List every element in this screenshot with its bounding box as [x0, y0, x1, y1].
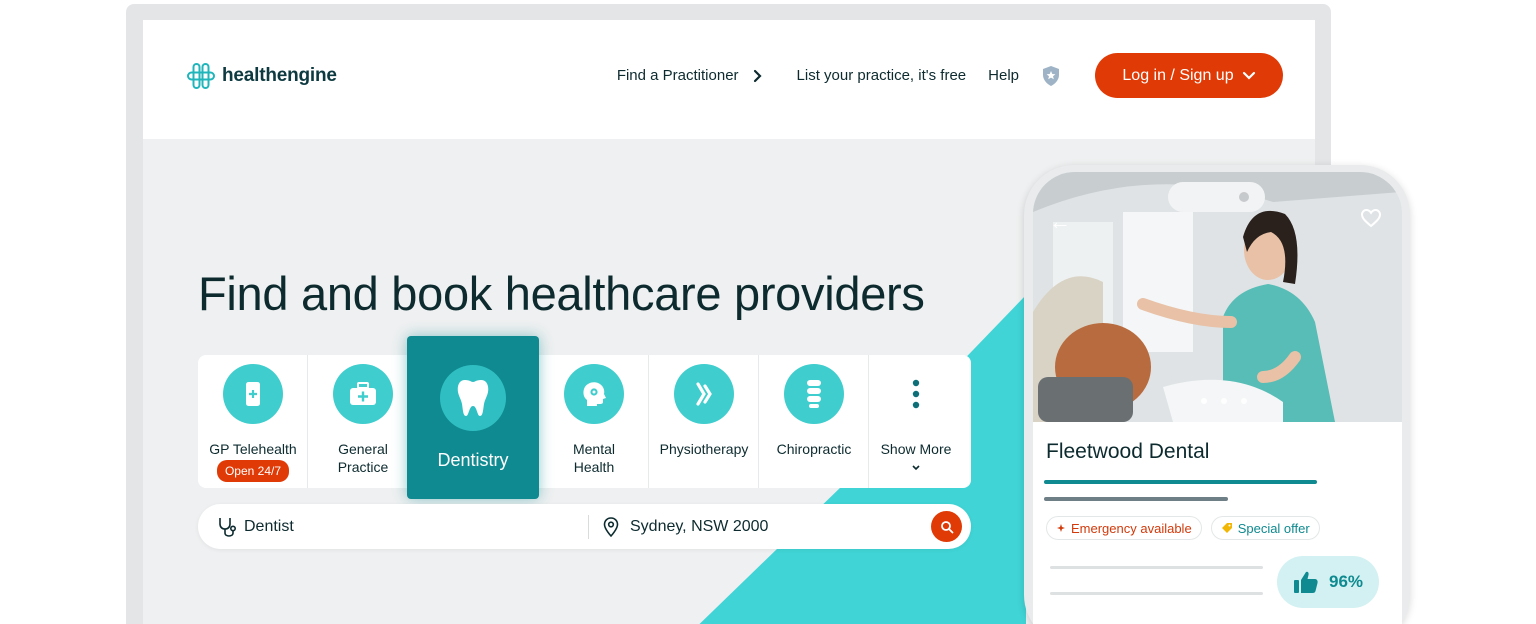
shield-icon[interactable]	[1041, 65, 1061, 87]
marketing-stage: healthengine Find a Practitioner List yo…	[0, 0, 1536, 624]
placeholder-line	[1050, 566, 1263, 569]
more-vertical-icon	[886, 364, 946, 424]
price-tag-icon	[1221, 523, 1232, 533]
open-badge: Open 24/7	[216, 460, 290, 482]
specialty-search-field[interactable]: Dentist	[216, 516, 294, 538]
find-practitioner-link[interactable]: Find a Practitioner	[617, 67, 767, 84]
category-label: Physiotherapy	[659, 441, 749, 457]
hero-title: Find and book healthcare providers	[198, 267, 925, 320]
emergency-icon	[1057, 524, 1065, 532]
healthengine-logo-icon	[187, 63, 215, 89]
category-chiropractic[interactable]: Chiropractic	[759, 355, 869, 488]
practice-photo: ←	[1033, 172, 1402, 422]
list-practice-link[interactable]: List your practice, it's free	[797, 67, 967, 84]
specialty-value: Dentist	[244, 518, 294, 535]
back-arrow-icon[interactable]: ←	[1049, 209, 1071, 235]
phone-screen: ← Fleetwood Dental Emergency available S…	[1033, 172, 1402, 624]
joint-icon	[674, 364, 734, 424]
category-general-practice[interactable]: General Practice	[308, 355, 418, 488]
category-mental-health[interactable]: Mental Health	[539, 355, 649, 488]
emergency-label: Emergency available	[1071, 520, 1192, 536]
login-signup-button[interactable]: Log in / Sign up	[1095, 53, 1283, 98]
nav-links: Find a Practitioner List your practice, …	[617, 53, 1283, 98]
login-label: Log in / Sign up	[1122, 66, 1234, 84]
medical-kit-icon	[333, 364, 393, 424]
carousel-indicator	[1201, 398, 1247, 404]
category-show-more[interactable]: Show More	[861, 355, 971, 488]
placeholder-bar-primary	[1044, 480, 1317, 484]
category-label: Mental Health	[572, 441, 616, 475]
search-icon	[940, 520, 953, 533]
location-value: Sydney, NSW 2000	[630, 518, 769, 535]
rating-value: 96%	[1328, 572, 1364, 591]
category-dentistry[interactable]: Dentistry	[407, 336, 539, 499]
chevron-down-icon	[912, 465, 920, 471]
phone-plus-icon	[223, 364, 283, 424]
help-link[interactable]: Help	[988, 67, 1019, 84]
brand-name: healthengine	[222, 65, 337, 86]
special-offer-label: Special offer	[1237, 520, 1310, 536]
emergency-tag: Emergency available	[1046, 516, 1202, 540]
practice-name: Fleetwood Dental	[1046, 440, 1210, 463]
chevron-down-icon	[1242, 71, 1255, 80]
dynamic-island	[1168, 182, 1265, 212]
category-physiotherapy[interactable]: Physiotherapy	[649, 355, 759, 488]
location-field[interactable]: Sydney, NSW 2000	[602, 516, 768, 538]
tooth-icon	[440, 365, 506, 431]
spine-icon	[784, 364, 844, 424]
location-pin-icon	[603, 517, 619, 538]
rating-badge: 96%	[1277, 556, 1379, 608]
category-label: Chiropractic	[776, 441, 852, 457]
category-label: General Practice	[337, 441, 389, 475]
thumbs-up-icon	[1293, 571, 1318, 593]
category-bar: GP Telehealth Open 24/7 General Practice…	[198, 355, 971, 488]
heart-icon[interactable]	[1360, 208, 1382, 233]
stethoscope-icon	[219, 518, 237, 537]
placeholder-line	[1050, 592, 1263, 595]
category-label: GP Telehealth	[209, 441, 297, 457]
find-practitioner-label: Find a Practitioner	[616, 67, 739, 84]
carousel-dot[interactable]	[1221, 398, 1227, 404]
carousel-dot[interactable]	[1241, 398, 1247, 404]
healthengine-logo[interactable]: healthengine	[186, 62, 337, 90]
search-bar: Dentist Sydney, NSW 2000	[198, 504, 971, 549]
category-label: Dentistry	[437, 450, 509, 470]
search-button[interactable]	[931, 511, 962, 542]
practice-tags: Emergency available Special offer	[1046, 516, 1320, 540]
category-label: Show More	[880, 441, 952, 457]
chevron-right-icon	[753, 69, 762, 82]
placeholder-bar-secondary	[1044, 497, 1228, 501]
head-gear-icon	[564, 364, 624, 424]
top-navigation: healthengine Find a Practitioner List yo…	[143, 20, 1315, 139]
special-offer-tag: Special offer	[1210, 516, 1320, 540]
category-gp-telehealth[interactable]: GP Telehealth Open 24/7	[198, 355, 308, 488]
carousel-dot[interactable]	[1201, 398, 1207, 404]
search-divider	[588, 515, 589, 539]
